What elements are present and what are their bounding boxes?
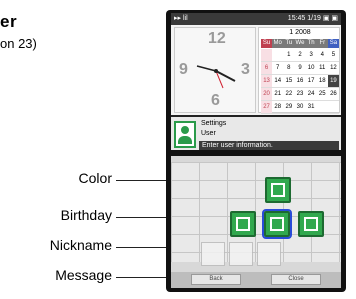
calendar-day: 7 bbox=[272, 62, 284, 75]
calendar-day bbox=[272, 49, 284, 62]
weekday: Tu bbox=[285, 40, 293, 46]
calendar-day: 24 bbox=[305, 88, 317, 101]
calendar-day: 8 bbox=[283, 62, 295, 75]
calendar-day: 4 bbox=[316, 49, 328, 62]
birthday-button[interactable] bbox=[230, 211, 256, 237]
calendar-days: 1 2 3 4 5 6 7 8 9 10 11 12 13 14 15 16 17 18 19 20 21 22 23 24 2… bbox=[261, 49, 339, 114]
callout-message: Message bbox=[55, 267, 112, 283]
birthday-cake-icon bbox=[236, 217, 250, 231]
callout-nickname: Nickname bbox=[49, 237, 112, 253]
weekday: We bbox=[295, 40, 305, 46]
dim-option-icon bbox=[229, 242, 253, 266]
user-icon bbox=[174, 121, 196, 148]
info-label-user: User bbox=[201, 130, 216, 137]
bottom-footer: Back Close bbox=[171, 272, 341, 288]
calendar-day: 25 bbox=[316, 88, 328, 101]
calendar-day: 21 bbox=[272, 88, 284, 101]
weekday: Sa bbox=[327, 39, 339, 48]
callout-color: Color bbox=[78, 170, 112, 186]
close-button[interactable]: Close bbox=[271, 274, 321, 285]
weekday: Mo bbox=[273, 40, 282, 46]
info-message-bar: Enter user information. bbox=[199, 141, 339, 150]
calendar-day: 22 bbox=[283, 88, 295, 101]
color-grid-icon bbox=[271, 183, 285, 197]
calendar-day bbox=[261, 49, 273, 62]
calendar-day: 15 bbox=[283, 75, 295, 88]
calendar-weekdays: Su Mo Tu We Th Fr Sa bbox=[261, 39, 339, 48]
calendar-day: 14 bbox=[272, 75, 284, 88]
calendar-day: 20 bbox=[261, 88, 273, 101]
status-left: ▸▸ lil bbox=[174, 15, 188, 22]
calendar-day: 16 bbox=[294, 75, 306, 88]
clock-hands-icon bbox=[196, 65, 236, 89]
back-button[interactable]: Back bbox=[191, 274, 241, 285]
nickname-button[interactable] bbox=[262, 209, 292, 239]
calendar-day: 9 bbox=[294, 62, 306, 75]
calendar-day: 13 bbox=[261, 75, 273, 88]
dim-wrench-icon bbox=[201, 242, 225, 266]
status-bar: ▸▸ lil 15:45 1/19 ▣ ▣ bbox=[171, 13, 341, 25]
calendar-day: 27 bbox=[261, 101, 273, 114]
page-heading: er bbox=[0, 12, 18, 31]
calendar-title: 1 2008 bbox=[289, 29, 311, 36]
weekday: Th bbox=[307, 40, 315, 46]
calendar-day: 10 bbox=[305, 62, 317, 75]
message-bubble-icon bbox=[304, 217, 318, 231]
calendar-day bbox=[316, 101, 328, 114]
callout-birthday: Birthday bbox=[60, 207, 112, 223]
calendar-day: 6 bbox=[261, 62, 273, 75]
calendar-day: 3 bbox=[305, 49, 317, 62]
info-label-settings: Settings bbox=[201, 120, 227, 127]
calendar-day: 23 bbox=[294, 88, 306, 101]
nickname-pencil-icon bbox=[270, 217, 284, 231]
message-button[interactable] bbox=[298, 211, 324, 237]
calendar-day: 29 bbox=[283, 101, 295, 114]
page-subheading: on 23) bbox=[0, 36, 37, 51]
weekday: Su bbox=[261, 39, 273, 48]
info-panel: Settings User Enter user information. bbox=[171, 115, 341, 150]
color-button[interactable] bbox=[265, 177, 291, 203]
calendar-day: 18 bbox=[316, 75, 328, 88]
calendar-day: 28 bbox=[272, 101, 284, 114]
top-screen: ▸▸ lil 15:45 1/19 ▣ ▣ 12 3 6 9 1 2008 Su… bbox=[171, 13, 341, 150]
calendar: 1 2008 Su Mo Tu We Th Fr Sa 1 2 3 4 5 6 7 8 9 10 1… bbox=[258, 27, 340, 114]
calendar-day: 17 bbox=[305, 75, 317, 88]
calendar-day: 1 bbox=[283, 49, 295, 62]
status-right: 15:45 1/19 ▣ ▣ bbox=[287, 15, 338, 22]
calendar-day: 30 bbox=[294, 101, 306, 114]
calendar-day: 26 bbox=[327, 88, 339, 101]
calendar-day: 31 bbox=[305, 101, 317, 114]
calendar-day: 11 bbox=[316, 62, 328, 75]
weekday: Fr bbox=[319, 40, 326, 46]
bottom-screen: Back Close bbox=[171, 156, 341, 288]
calendar-day: 5 bbox=[327, 49, 339, 62]
calendar-day bbox=[327, 101, 339, 114]
calendar-day: 19 bbox=[327, 75, 339, 88]
calendar-day: 12 bbox=[327, 62, 339, 75]
analog-clock: 12 3 6 9 bbox=[174, 27, 256, 113]
calendar-day: 2 bbox=[294, 49, 306, 62]
dim-user-icon bbox=[257, 242, 281, 266]
